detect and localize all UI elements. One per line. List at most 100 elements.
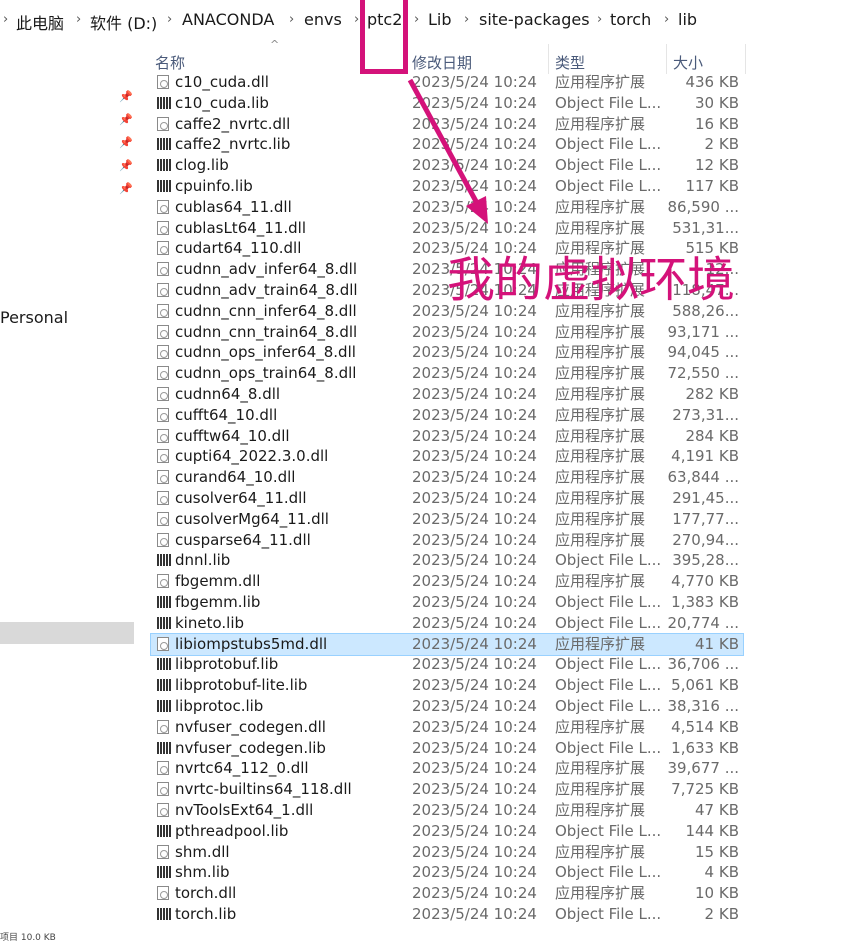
column-header-name[interactable]: 名称 [155, 52, 185, 73]
file-row[interactable]: nvToolsExt64_1.dll 2023/5/24 10:24 应用程序扩展 4… [151, 800, 743, 821]
file-row[interactable]: nvrtc-builtins64_118.dll 2023/5/24 10:24 应… [151, 779, 743, 800]
file-row[interactable]: torch.lib 2023/5/24 10:24 Object File L...… [151, 904, 743, 925]
pin-icon: 📌 [119, 90, 133, 103]
file-type: 应用程序扩展 [555, 405, 646, 424]
file-row[interactable]: fbgemm.lib 2023/5/24 10:24 Object File L..… [151, 592, 743, 613]
file-row[interactable]: cublas64_11.dll 2023/5/24 10:24 应用程序扩展 86,5… [151, 197, 743, 218]
breadcrumb-torch[interactable]: torch [610, 10, 651, 29]
file-row[interactable]: cudnn64_8.dll 2023/5/24 10:24 应用程序扩展 282 KB [151, 384, 743, 405]
column-header-size[interactable]: 大小 [673, 52, 703, 73]
file-row[interactable]: c10_cuda.lib 2023/5/24 10:24 Object File L… [151, 93, 743, 114]
file-row[interactable]: caffe2_nvrtc.dll 2023/5/24 10:24 应用程序扩展 16 … [151, 114, 743, 135]
file-name: fbgemm.lib [175, 593, 261, 611]
file-size: 10 KB [695, 884, 739, 903]
file-size: 20,774 ... [667, 613, 739, 632]
file-row[interactable]: libprotobuf.lib 2023/5/24 10:24 Object Fil… [151, 654, 743, 675]
file-date: 2023/5/24 10:24 [412, 738, 537, 757]
file-row[interactable]: torch.dll 2023/5/24 10:24 应用程序扩展 10 KB [151, 883, 743, 904]
file-date: 2023/5/24 10:24 [412, 197, 537, 216]
file-name: c10_cuda.lib [175, 93, 269, 112]
breadcrumb-drive[interactable]: 软件 (D:) [90, 10, 157, 34]
file-row[interactable]: pthreadpool.lib 2023/5/24 10:24 Object Fil… [151, 821, 743, 842]
file-name: cudnn_ops_train64_8.dll [175, 364, 357, 383]
file-row[interactable]: nvrtc64_112_0.dll 2023/5/24 10:24 应用程序扩展 39… [151, 758, 743, 779]
file-size: 5,061 KB [671, 676, 739, 695]
file-name: cudnn_adv_train64_8.dll [175, 281, 358, 299]
dll-file-icon [157, 511, 169, 526]
file-row[interactable]: cusolverMg64_11.dll 2023/5/24 10:24 应用程序扩展… [151, 509, 743, 530]
file-name: cudart64_110.dll [175, 239, 302, 258]
file-size: 4 KB [704, 863, 739, 882]
breadcrumb-site-packages[interactable]: site-packages [479, 10, 590, 29]
lib-file-icon [157, 96, 171, 109]
breadcrumb-lib-current[interactable]: lib [678, 10, 697, 29]
file-row[interactable]: fbgemm.dll 2023/5/24 10:24 应用程序扩展 4,770 KB [151, 571, 743, 592]
file-row[interactable]: libprotoc.lib 2023/5/24 10:24 Object File … [151, 696, 743, 717]
file-date: 2023/5/24 10:24 [412, 177, 537, 195]
file-row[interactable]: nvfuser_codegen.lib 2023/5/24 10:24 Object… [151, 738, 743, 759]
file-size: 16 KB [695, 114, 739, 133]
column-header-type[interactable]: 类型 [555, 52, 585, 73]
nav-item-personal[interactable]: Personal [0, 308, 68, 327]
file-row[interactable]: cudnn_ops_infer64_8.dll 2023/5/24 10:24 应用… [151, 342, 743, 363]
file-row[interactable]: libiompstubs5md.dll 2023/5/24 10:24 应用程序扩展… [150, 632, 744, 656]
file-row[interactable]: caffe2_nvrtc.lib 2023/5/24 10:24 Object Fi… [151, 134, 743, 155]
file-name: cusparse64_11.dll [175, 530, 311, 549]
file-type: 应用程序扩展 [555, 364, 646, 383]
file-name: cudnn_adv_infer64_8.dll [175, 260, 357, 279]
nav-item-selected[interactable] [0, 622, 134, 644]
file-row[interactable]: clog.lib 2023/5/24 10:24 Object File L... 1… [151, 155, 743, 176]
column-header-date[interactable]: 修改日期 [412, 52, 472, 73]
dll-file-icon [157, 407, 169, 422]
file-row[interactable]: cufft64_10.dll 2023/5/24 10:24 应用程序扩展 273,3… [151, 405, 743, 426]
file-date: 2023/5/24 10:24 [412, 593, 537, 611]
file-size: 177,77... [672, 509, 739, 528]
file-row[interactable]: cudnn_cnn_train64_8.dll 2023/5/24 10:24 应用… [151, 322, 743, 343]
file-row[interactable]: cusolver64_11.dll 2023/5/24 10:24 应用程序扩展 29… [151, 488, 743, 509]
address-bar[interactable]: › 此电脑 › 软件 (D:) › ANACONDA › envs › ptc2… [0, 0, 864, 40]
breadcrumb-lib[interactable]: Lib [428, 10, 452, 29]
file-row[interactable]: nvfuser_codegen.dll 2023/5/24 10:24 应用程序扩展… [151, 717, 743, 738]
navigation-pane[interactable]: 📌 📌 📌 📌 📌 [0, 40, 134, 940]
file-row[interactable]: shm.lib 2023/5/24 10:24 Object File L... 4 … [151, 862, 743, 883]
breadcrumb-anaconda[interactable]: ANACONDA [182, 10, 274, 29]
column-divider[interactable] [666, 44, 667, 74]
file-row[interactable]: shm.dll 2023/5/24 10:24 应用程序扩展 15 KB [151, 842, 743, 863]
file-type: 应用程序扩展 [555, 73, 646, 91]
file-type: Object File L... [555, 156, 662, 175]
file-row[interactable]: c10_cuda.dll 2023/5/24 10:24 应用程序扩展 436 KB [151, 72, 743, 93]
column-divider[interactable] [548, 44, 549, 74]
file-size: 38,316 ... [667, 697, 739, 715]
file-row[interactable]: cudnn_ops_train64_8.dll 2023/5/24 10:24 应用… [151, 363, 743, 384]
pin-icon: 📌 [119, 159, 133, 172]
column-divider[interactable] [745, 44, 746, 74]
file-date: 2023/5/24 10:24 [412, 780, 537, 799]
file-row[interactable]: cusparse64_11.dll 2023/5/24 10:24 应用程序扩展 27… [151, 530, 743, 551]
file-row[interactable]: cpuinfo.lib 2023/5/24 10:24 Object File L.… [151, 176, 743, 197]
file-row[interactable]: kineto.lib 2023/5/24 10:24 Object File L..… [151, 613, 743, 634]
breadcrumb-envs[interactable]: envs [304, 10, 342, 29]
breadcrumb-this-pc[interactable]: 此电脑 [16, 10, 64, 34]
lib-file-icon [157, 679, 171, 692]
dll-file-icon [157, 303, 169, 318]
file-date: 2023/5/24 10:24 [412, 218, 537, 237]
file-type: 应用程序扩展 [555, 634, 646, 653]
file-size: 395,28... [672, 551, 739, 570]
file-type: Object File L... [555, 551, 662, 570]
file-row[interactable]: curand64_10.dll 2023/5/24 10:24 应用程序扩展 63,8… [151, 467, 743, 488]
file-row[interactable]: cupti64_2022.3.0.dll 2023/5/24 10:24 应用程序扩… [151, 446, 743, 467]
file-row[interactable]: libprotobuf-lite.lib 2023/5/24 10:24 Objec… [151, 675, 743, 696]
file-row[interactable]: cufftw64_10.dll 2023/5/24 10:24 应用程序扩展 284 … [151, 426, 743, 447]
file-row[interactable]: dnnl.lib 2023/5/24 10:24 Object File L... 3… [151, 550, 743, 571]
lib-file-icon [157, 138, 171, 151]
chevron-right-icon: › [167, 12, 173, 27]
file-name: cudnn_cnn_infer64_8.dll [175, 301, 357, 320]
file-date: 2023/5/24 10:24 [412, 426, 537, 445]
dll-file-icon [157, 366, 169, 381]
dll-file-icon [157, 324, 169, 339]
file-row[interactable]: cublasLt64_11.dll 2023/5/24 10:24 应用程序扩展 53… [151, 218, 743, 239]
file-date: 2023/5/24 10:24 [412, 135, 537, 154]
dll-file-icon [157, 428, 169, 443]
file-type: 应用程序扩展 [555, 884, 646, 903]
file-size: 2 KB [704, 905, 739, 923]
